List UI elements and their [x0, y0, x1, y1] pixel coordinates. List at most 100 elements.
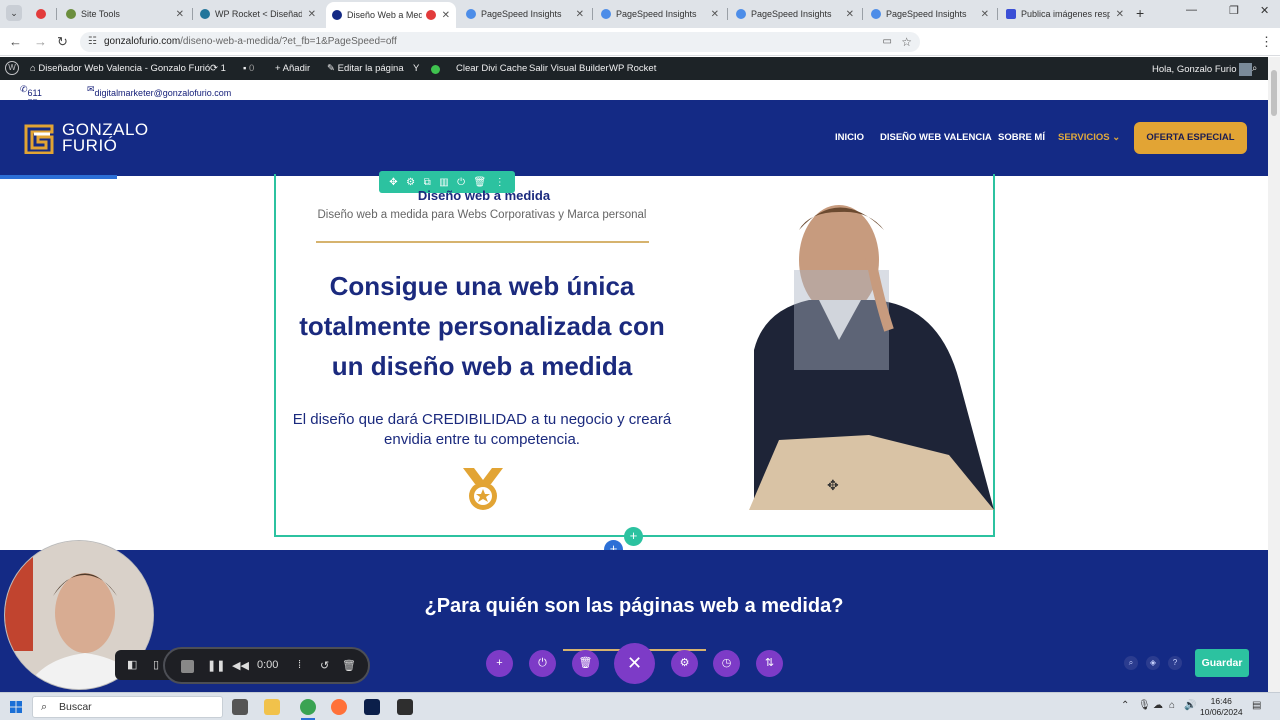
- trash-icon[interactable]: 🗑: [474, 177, 487, 188]
- volume-icon[interactable]: 🔊: [1184, 700, 1196, 711]
- close-tab-icon[interactable]: ✕: [176, 9, 184, 20]
- yoast-icon[interactable]: Y: [413, 63, 419, 74]
- email-link[interactable]: ✉ digitalmarketer@gonzalofurio.com: [87, 84, 231, 98]
- back-icon[interactable]: ←: [9, 34, 22, 49]
- add-module-button[interactable]: +: [486, 650, 513, 677]
- search-icon[interactable]: ⌕: [1252, 63, 1257, 74]
- layers-icon[interactable]: ◈: [1146, 656, 1160, 670]
- restart-icon[interactable]: ↺: [320, 659, 329, 672]
- close-builder-button[interactable]: ✕: [614, 643, 655, 684]
- seo-status-icon[interactable]: [431, 64, 440, 75]
- wp-edit-page[interactable]: ✎ Editar la página: [327, 63, 404, 74]
- tab-search-button[interactable]: ⌄: [6, 5, 22, 21]
- phone-toggle-icon[interactable]: ▯: [153, 658, 159, 671]
- close-tab-icon[interactable]: ✕: [1116, 9, 1124, 20]
- trash-button[interactable]: 🗑: [572, 650, 599, 677]
- wp-comments[interactable]: ▪ 0: [243, 63, 254, 74]
- bookmark-star-icon[interactable]: ☆: [901, 32, 912, 52]
- page-scrollbar[interactable]: [1268, 57, 1280, 692]
- close-tab-icon[interactable]: ✕: [981, 9, 989, 20]
- minimize-icon[interactable]: —: [1186, 4, 1197, 16]
- help-icon[interactable]: ?: [1168, 656, 1182, 670]
- oferta-especial-button[interactable]: OFERTA ESPECIAL: [1134, 122, 1247, 154]
- close-tab-icon[interactable]: ✕: [308, 9, 316, 20]
- portability-button[interactable]: ⇅: [756, 650, 783, 677]
- camera-icon[interactable]: ▭: [883, 32, 892, 52]
- site-info-icon[interactable]: ☷: [88, 32, 97, 52]
- gonzalo-furio-logo-icon[interactable]: [22, 122, 56, 154]
- wp-site-name[interactable]: ⌂ Diseñador Web Valencia - Gonzalo Furió: [30, 63, 210, 74]
- tab-pagespeed-3[interactable]: PageSpeed Insights ✕: [730, 3, 860, 25]
- clear-divi-cache-link[interactable]: Clear Divi Cache: [456, 63, 527, 74]
- tab-pagespeed-2[interactable]: PageSpeed Insights ✕: [595, 3, 725, 25]
- close-tab-icon[interactable]: ✕: [442, 10, 450, 21]
- site-logo-text[interactable]: GONZALO FURIÓ: [62, 121, 149, 154]
- zoom-icon[interactable]: ⌕: [1124, 656, 1138, 670]
- firefox-icon[interactable]: [331, 699, 347, 715]
- settings-button[interactable]: ⚙: [671, 650, 698, 677]
- tab-label: PageSpeed Insights: [481, 9, 562, 19]
- restore-icon[interactable]: ❐: [1229, 4, 1239, 17]
- nav-sobre-mi[interactable]: SOBRE MÍ: [998, 132, 1045, 143]
- settings-icon[interactable]: ⚙: [406, 177, 415, 188]
- tab-diseno-web[interactable]: Diseño Web a Medid ✕: [326, 2, 456, 28]
- notifications-icon[interactable]: ▤: [1252, 700, 1261, 711]
- rewind-icon[interactable]: ◀◀: [232, 659, 249, 672]
- history-button[interactable]: ◷: [713, 650, 740, 677]
- taskbar-search-input[interactable]: ⌕ Buscar: [32, 696, 223, 718]
- photoshop-icon[interactable]: [364, 699, 380, 715]
- taskbar-clock[interactable]: 16:46 10/06/2024: [1200, 696, 1243, 718]
- phone-link[interactable]: ✆611 77 87 32: [20, 84, 42, 128]
- camera-toggle-icon[interactable]: ◧: [127, 658, 137, 671]
- forward-icon[interactable]: →: [34, 34, 47, 49]
- network-icon[interactable]: ⌂: [1169, 700, 1175, 711]
- more-menu-icon[interactable]: ⋮: [1260, 34, 1273, 50]
- pause-icon[interactable]: ❚❚: [207, 659, 225, 672]
- stop-recording-icon[interactable]: [181, 660, 194, 673]
- columns-icon[interactable]: ▥: [439, 177, 448, 188]
- nav-servicios[interactable]: SERVICIOS ⌄: [1058, 132, 1120, 143]
- sticky-notes-icon[interactable]: [397, 699, 413, 715]
- move-icon[interactable]: ✥: [389, 177, 397, 188]
- wordpress-logo-icon[interactable]: W: [5, 61, 19, 75]
- add-row-button[interactable]: +: [624, 527, 643, 546]
- wordpress-icon: [200, 9, 210, 19]
- tab-pagespeed-4[interactable]: PageSpeed Insights ✕: [865, 3, 995, 25]
- exit-visual-builder-link[interactable]: Salir Visual Builder: [529, 63, 609, 74]
- tab-publica-imagenes[interactable]: Publica imágenes respo ✕: [1000, 3, 1130, 25]
- microphone-icon[interactable]: 🎙: [1138, 700, 1151, 711]
- windows-start-icon[interactable]: [10, 701, 22, 713]
- draw-icon[interactable]: ⁞: [298, 659, 301, 671]
- tab-wp-rocket[interactable]: WP Rocket < Diseñador ✕: [194, 3, 322, 25]
- scrollbar-thumb[interactable]: [1271, 70, 1277, 116]
- new-tab-icon[interactable]: +: [1136, 5, 1144, 21]
- tray-overflow-icon[interactable]: ⌃: [1121, 700, 1129, 711]
- file-explorer-icon[interactable]: [264, 699, 280, 715]
- reload-icon[interactable]: ↻: [57, 34, 68, 50]
- delete-recording-icon[interactable]: 🗑: [342, 659, 356, 672]
- nav-diseno-web-valencia[interactable]: DISEÑO WEB VALENCIA: [880, 132, 992, 143]
- more-icon[interactable]: ⋮: [495, 177, 505, 188]
- chrome-icon[interactable]: [300, 699, 316, 715]
- save-button[interactable]: Guardar: [1195, 649, 1249, 677]
- close-window-icon[interactable]: ✕: [1260, 4, 1269, 17]
- tab-site-tools[interactable]: Site Tools ✕: [60, 3, 190, 25]
- wp-account[interactable]: Hola, Gonzalo Furio: [1152, 63, 1253, 76]
- close-tab-icon[interactable]: ✕: [576, 9, 584, 20]
- url-bar[interactable]: ☷ gonzalofurio.com/diseno-web-a-medida/?…: [80, 32, 920, 52]
- close-tab-icon[interactable]: ✕: [846, 9, 854, 20]
- task-view-icon[interactable]: [232, 699, 248, 715]
- nav-inicio[interactable]: INICIO: [835, 132, 864, 143]
- power-button[interactable]: ⏻: [529, 650, 556, 677]
- wp-updates[interactable]: ⟳ 1: [210, 63, 226, 74]
- power-icon[interactable]: ⏻: [457, 177, 465, 188]
- tab-pagespeed-1[interactable]: PageSpeed Insights ✕: [460, 3, 590, 25]
- recorder-extra-controls: ◧ ▯: [115, 650, 170, 680]
- onedrive-icon[interactable]: ☁: [1153, 700, 1163, 711]
- wp-rocket-link[interactable]: WP Rocket: [609, 63, 656, 74]
- tab-recording[interactable]: [30, 3, 52, 25]
- portrait-photo[interactable]: [749, 190, 994, 510]
- close-tab-icon[interactable]: ✕: [711, 9, 719, 20]
- wp-add-new[interactable]: + Añadir: [275, 63, 310, 74]
- duplicate-icon[interactable]: ⧉: [424, 177, 431, 188]
